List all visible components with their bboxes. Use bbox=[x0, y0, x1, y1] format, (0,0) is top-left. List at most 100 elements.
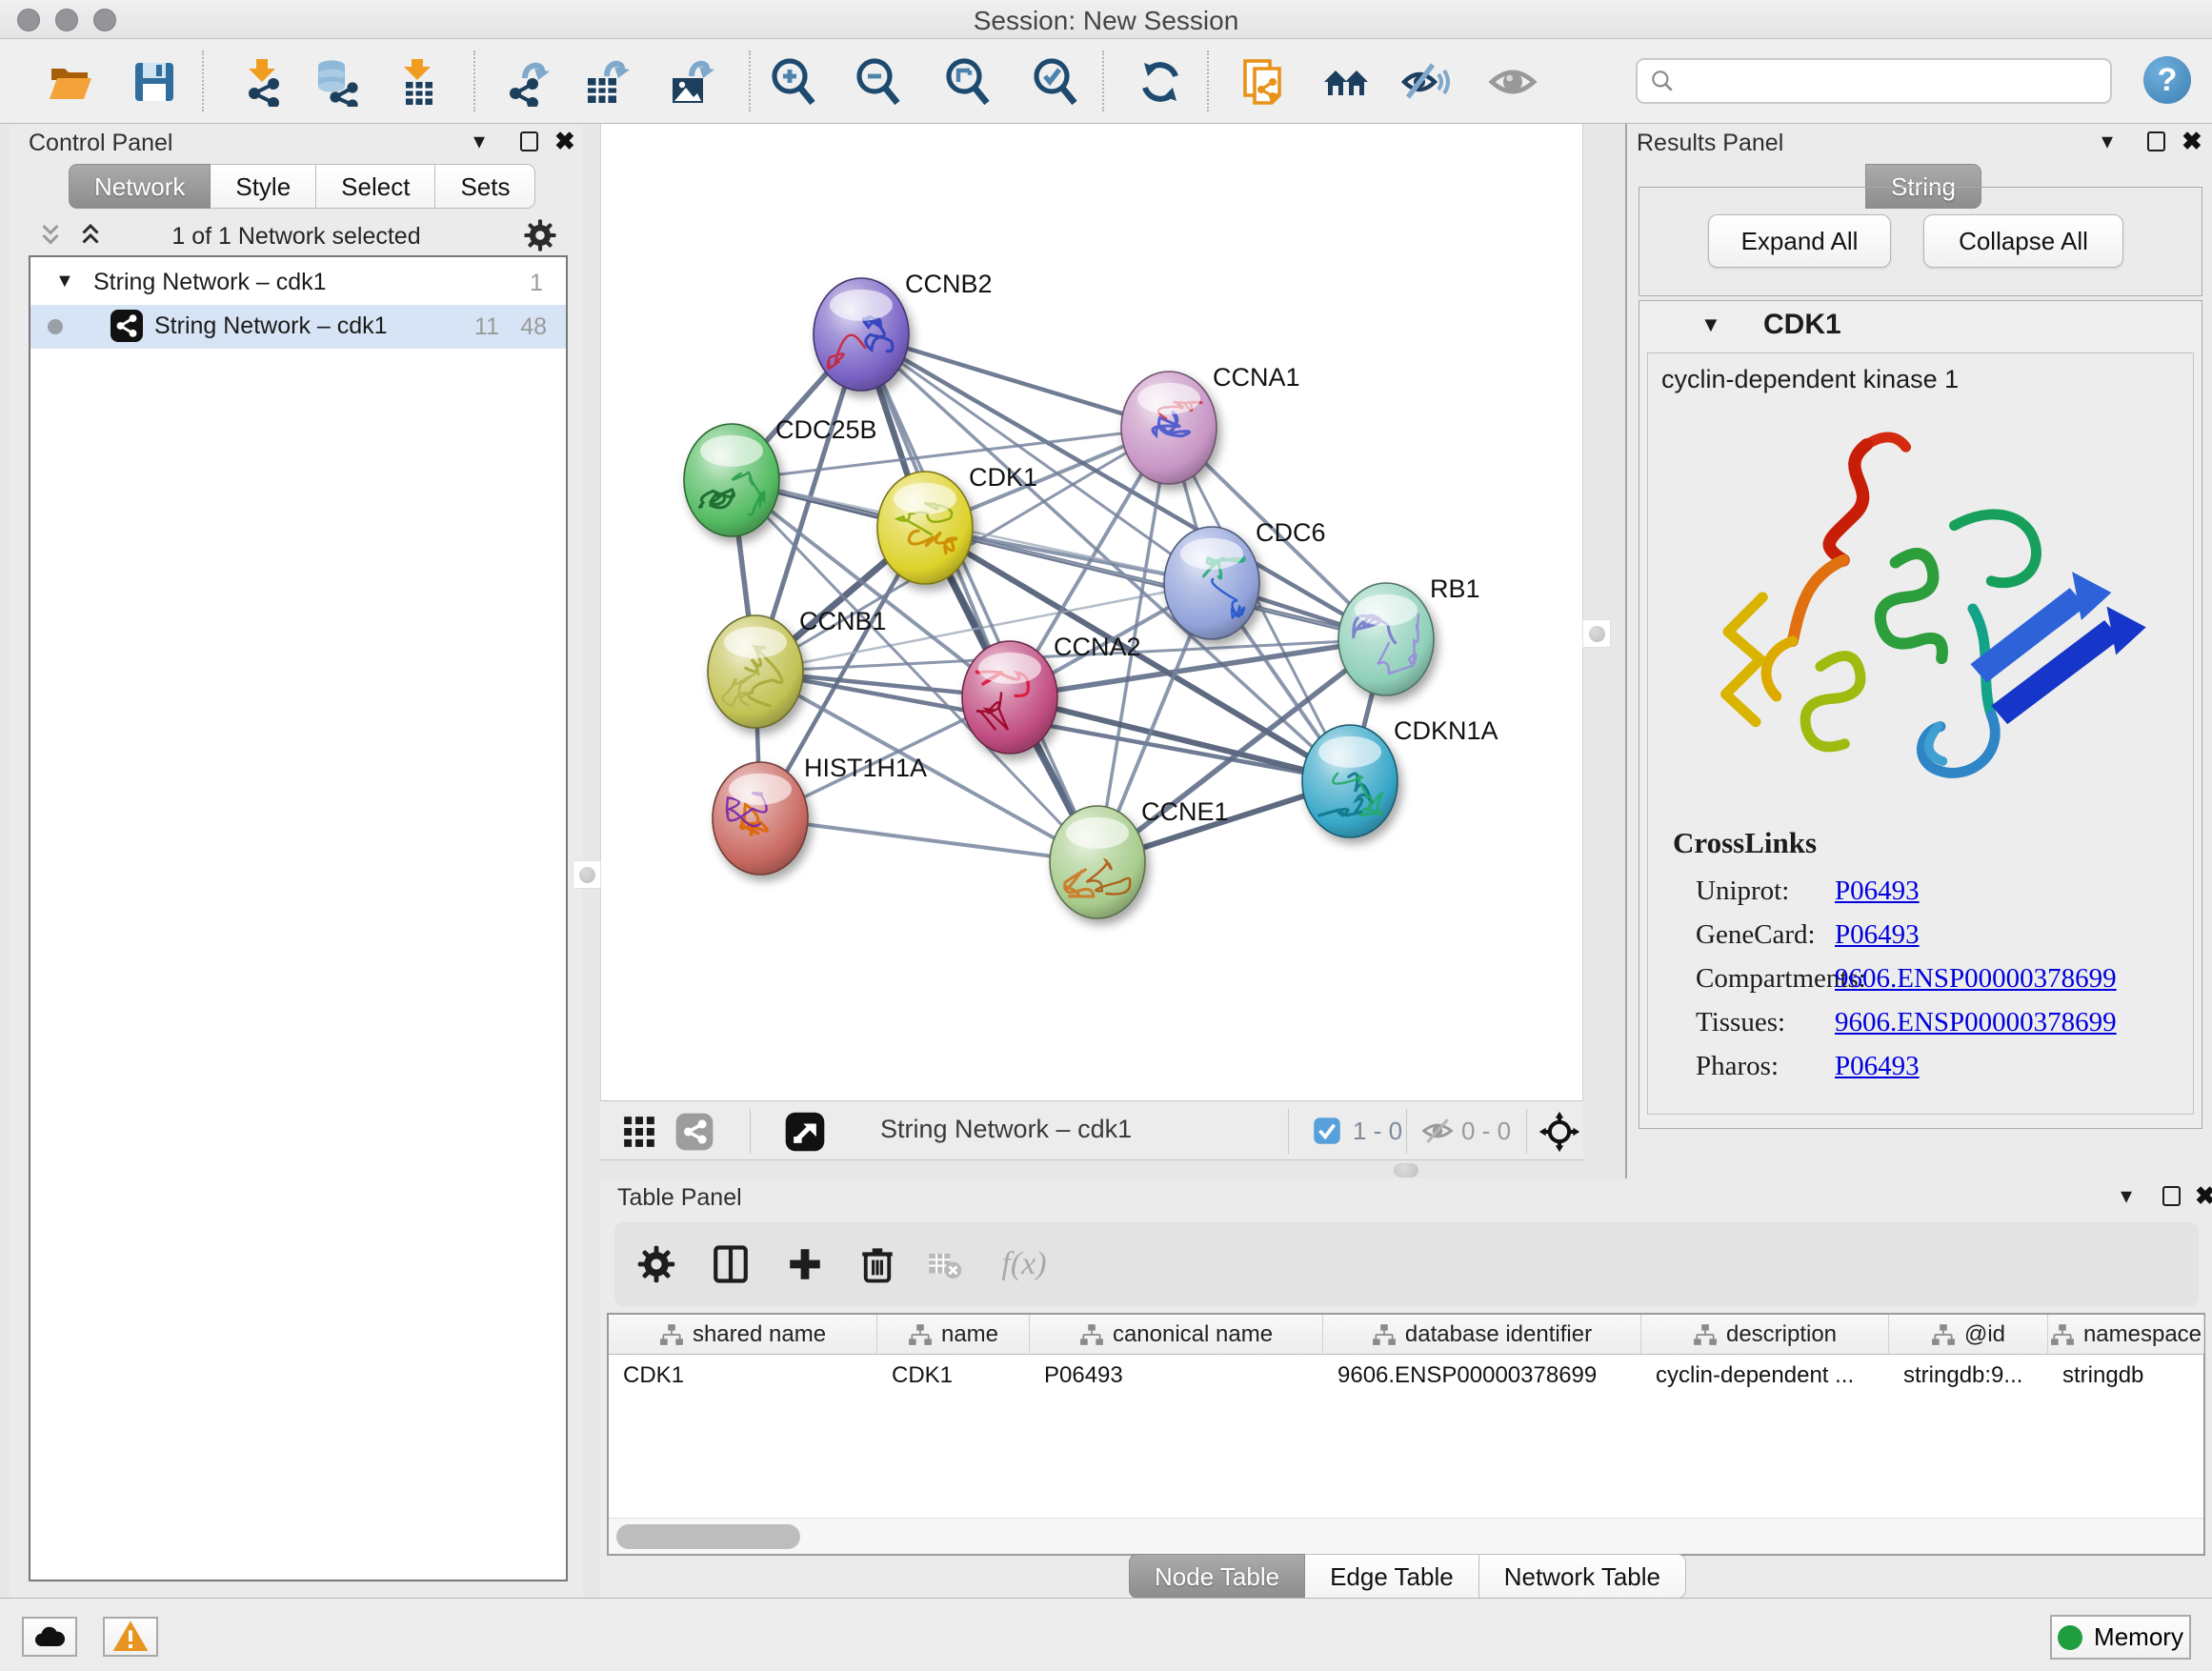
import-table-button[interactable] bbox=[391, 55, 444, 109]
panel-menu-icon[interactable]: ▾ bbox=[473, 128, 485, 155]
tab-network-table[interactable]: Network Table bbox=[1479, 1554, 1686, 1599]
export-network-button[interactable] bbox=[500, 55, 553, 109]
zoom-in-button[interactable] bbox=[767, 55, 820, 109]
panel-close-icon[interactable]: ✖ bbox=[2182, 127, 2202, 156]
tab-node-table[interactable]: Node Table bbox=[1129, 1554, 1305, 1599]
refresh-button[interactable] bbox=[1134, 55, 1187, 109]
crosslink-link[interactable]: 9606.ENSP00000378699 bbox=[1835, 1007, 2117, 1038]
bottom-splitter-handle[interactable] bbox=[1394, 1163, 1418, 1178]
import-network-from-database-button[interactable] bbox=[311, 55, 364, 109]
zoom-out-button[interactable] bbox=[852, 55, 905, 109]
save-session-button[interactable] bbox=[128, 55, 181, 109]
collection-disclosure-icon[interactable]: ▼ bbox=[55, 271, 74, 292]
export-table-button[interactable] bbox=[578, 55, 632, 109]
horizontal-scrollbar[interactable] bbox=[609, 1518, 2203, 1554]
results-panel: Results Panel ▾ ✖ String Expand All Coll… bbox=[1625, 124, 2212, 1178]
scrollbar-thumb[interactable] bbox=[616, 1524, 800, 1549]
network-row-selected[interactable]: String Network – cdk1 11 48 bbox=[30, 305, 566, 349]
tab-sets[interactable]: Sets bbox=[435, 164, 535, 209]
panel-menu-icon[interactable]: ▾ bbox=[2121, 1182, 2132, 1210]
panel-float-icon[interactable] bbox=[2162, 1186, 2181, 1206]
zoom-fit-button[interactable] bbox=[941, 55, 995, 109]
column-header-canonical-name[interactable]: canonical name bbox=[1030, 1315, 1323, 1354]
function-builder-button[interactable]: f(x) bbox=[986, 1241, 1062, 1287]
panel-close-icon[interactable]: ✖ bbox=[2195, 1181, 2212, 1211]
table-settings-button[interactable] bbox=[633, 1241, 679, 1287]
tab-edge-table[interactable]: Edge Table bbox=[1305, 1554, 1479, 1599]
tab-select[interactable]: Select bbox=[316, 164, 435, 209]
help-button[interactable]: ? bbox=[2143, 56, 2191, 104]
string-network-icon bbox=[111, 310, 143, 342]
search-input[interactable] bbox=[1676, 67, 2085, 96]
toolbar-separator bbox=[473, 50, 475, 111]
node-CDKN1A[interactable]: CDKN1A bbox=[1302, 716, 1498, 837]
network-collection-row[interactable]: ▼ String Network – cdk1 1 bbox=[30, 261, 566, 305]
network-options-gear-icon[interactable] bbox=[522, 217, 558, 253]
column-header-name[interactable]: name bbox=[877, 1315, 1030, 1354]
node-table: shared namenamecanonical namedatabase id… bbox=[607, 1313, 2205, 1556]
table-cell[interactable]: CDK1 bbox=[877, 1355, 1030, 1397]
network-graph[interactable]: CCNB2CCNA1CDC25BCDK1CDC6RB1CCNB1CCNA2CDK… bbox=[601, 124, 1584, 1100]
crosslink-link[interactable]: P06493 bbox=[1835, 919, 1920, 951]
table-cell[interactable]: stringdb:9... bbox=[1889, 1355, 2048, 1397]
node-RB1[interactable]: RB1 bbox=[1338, 574, 1480, 695]
grid-view-button[interactable] bbox=[617, 1110, 661, 1154]
tab-style[interactable]: Style bbox=[211, 164, 316, 209]
zoom-selected-button[interactable] bbox=[1029, 55, 1082, 109]
birdseye-toggle-button[interactable] bbox=[783, 1110, 827, 1154]
open-session-button[interactable] bbox=[44, 55, 97, 109]
right-splitter-handle[interactable] bbox=[1582, 619, 1611, 648]
show-all-button[interactable] bbox=[1486, 55, 1539, 109]
warnings-button[interactable] bbox=[103, 1617, 158, 1657]
column-header--id[interactable]: @id bbox=[1889, 1315, 2048, 1354]
hide-selected-button[interactable] bbox=[1398, 55, 1452, 109]
panel-float-icon[interactable] bbox=[520, 131, 538, 151]
crosslink-link[interactable]: P06493 bbox=[1835, 1051, 1920, 1082]
node-HIST1H1A[interactable]: HIST1H1A bbox=[713, 754, 927, 875]
cloud-status-button[interactable] bbox=[22, 1617, 77, 1657]
table-cell[interactable]: 9606.ENSP00000378699 bbox=[1323, 1355, 1641, 1397]
create-column-button[interactable] bbox=[782, 1241, 828, 1287]
delete-columns-button[interactable] bbox=[855, 1241, 900, 1287]
export-image-button[interactable] bbox=[663, 55, 716, 109]
column-header-shared-name[interactable]: shared name bbox=[609, 1315, 877, 1354]
table-row[interactable]: CDK1CDK1P064939606.ENSP00000378699cyclin… bbox=[609, 1355, 2203, 1397]
expand-all-button[interactable]: Expand All bbox=[1708, 214, 1891, 268]
entry-disclosure-icon[interactable]: ▼ bbox=[1700, 312, 1721, 337]
edge-CCNE1-HIST1H1A[interactable] bbox=[760, 818, 1097, 862]
entry-header[interactable]: ▼ CDK1 bbox=[1639, 301, 2202, 351]
crosslink-link[interactable]: P06493 bbox=[1835, 876, 1920, 907]
pan-crosshair-button[interactable] bbox=[1538, 1110, 1581, 1154]
table-cell[interactable]: stringdb bbox=[2048, 1355, 2204, 1397]
import-network-button[interactable] bbox=[235, 55, 289, 109]
show-columns-button[interactable] bbox=[708, 1241, 754, 1287]
table-panel: Table Panel ▾ ✖ f(x) shared namenamecano… bbox=[600, 1178, 2212, 1598]
network-canvas[interactable]: CCNB2CCNA1CDC25BCDK1CDC6RB1CCNB1CCNA2CDK… bbox=[600, 124, 1583, 1100]
node-CDK1[interactable]: CDK1 bbox=[877, 463, 1037, 584]
column-header-database-identifier[interactable]: database identifier bbox=[1323, 1315, 1641, 1354]
left-splitter-handle[interactable] bbox=[573, 860, 601, 889]
share-view-button[interactable] bbox=[673, 1110, 716, 1154]
plus-icon bbox=[785, 1244, 825, 1284]
panel-menu-icon[interactable]: ▾ bbox=[2101, 128, 2113, 155]
table-cell[interactable]: P06493 bbox=[1030, 1355, 1323, 1397]
panel-float-icon[interactable] bbox=[2147, 131, 2165, 151]
collapse-all-button[interactable]: Collapse All bbox=[1923, 214, 2123, 268]
tab-network[interactable]: Network bbox=[69, 164, 211, 209]
node-CCNA2[interactable]: CCNA2 bbox=[962, 633, 1141, 754]
clone-network-button[interactable] bbox=[1237, 55, 1291, 109]
crosslink-link[interactable]: 9606.ENSP00000378699 bbox=[1835, 963, 2117, 995]
table-cell[interactable]: cyclin-dependent ... bbox=[1641, 1355, 1889, 1397]
edge-CCNB2-CCNE1[interactable] bbox=[861, 334, 1097, 862]
delete-table-button[interactable] bbox=[921, 1241, 967, 1287]
panel-close-icon[interactable]: ✖ bbox=[554, 127, 575, 156]
birdseye-view-button[interactable] bbox=[1320, 55, 1374, 109]
zoom-out-icon bbox=[854, 57, 903, 107]
column-header-namespace[interactable]: namespace bbox=[2048, 1315, 2204, 1354]
node-CCNE1[interactable]: CCNE1 bbox=[1050, 797, 1229, 918]
memory-button[interactable]: Memory bbox=[2050, 1615, 2191, 1660]
hidden-eye-icon[interactable] bbox=[1421, 1115, 1454, 1152]
table-cell[interactable]: CDK1 bbox=[609, 1355, 877, 1397]
column-header-description[interactable]: description bbox=[1641, 1315, 1889, 1354]
selected-checkbox-icon[interactable] bbox=[1313, 1117, 1341, 1150]
